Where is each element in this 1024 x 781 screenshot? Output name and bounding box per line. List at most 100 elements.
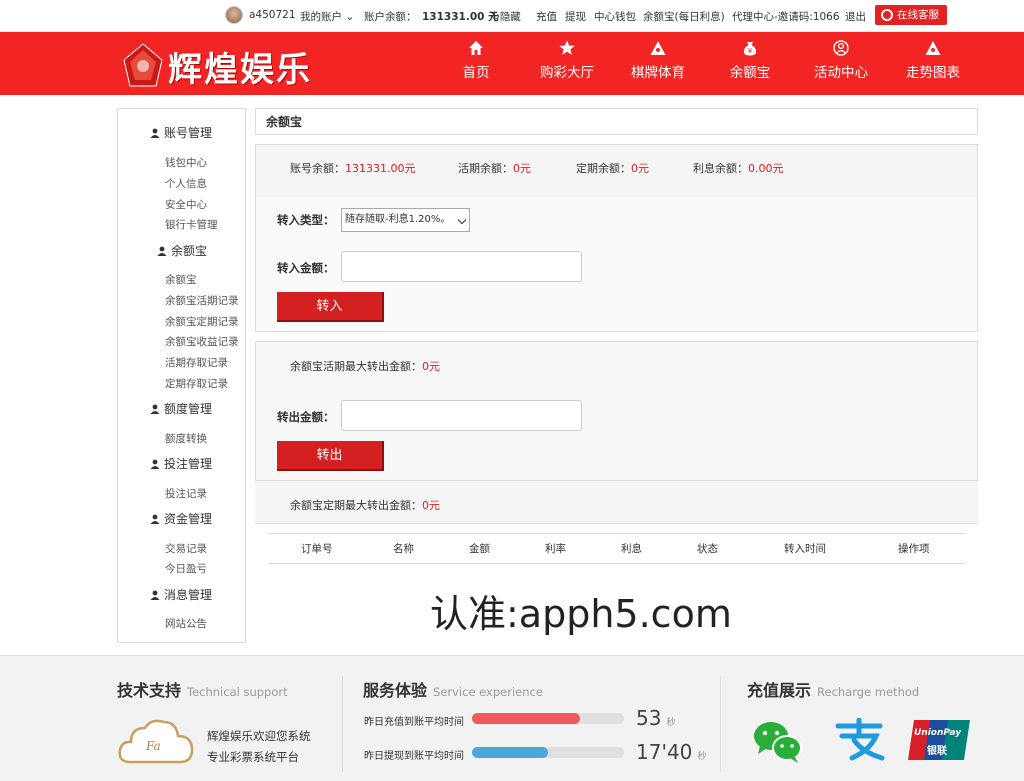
alipay-icon <box>835 718 885 761</box>
sidebar-item-bet-records[interactable]: 投注记录 <box>165 486 207 501</box>
chevron-down-icon <box>457 215 467 225</box>
withdraw-time-label: 昨日提现到账平均时间 <box>364 751 464 762</box>
sidebar: 账号管理 钱包中心 个人信息 安全中心 银行卡管理 余额宝 余额宝 余额宝活期记… <box>117 108 246 643</box>
yuebao-promo-link[interactable]: 余额宝(每日利息) <box>643 9 725 24</box>
fixed-max-out: 余额宝定期最大转出金额：0元 <box>290 497 440 513</box>
transfer-out-button[interactable]: 转出 <box>277 441 384 471</box>
hide-balance-link[interactable]: ↻隐藏 <box>491 9 521 24</box>
nav-label: 购彩大厅 <box>540 65 594 81</box>
sidebar-item-yuebao-fixed-records[interactable]: 余额宝定期记录 <box>165 314 239 329</box>
table-header-interest: 利息 <box>621 543 642 555</box>
sidebar-group-title: 投注管理 <box>164 457 213 471</box>
fixed-max-out-value: 0元 <box>422 499 440 512</box>
current-max-out-label: 余额宝活期最大转出金额： <box>290 360 422 373</box>
refresh-icon: ↻ <box>491 11 500 23</box>
sidebar-group-funds: 资金管理 <box>150 510 212 527</box>
footer-support-title-en: Technical support <box>187 685 288 699</box>
my-account-menu[interactable]: 我的账户 ⌄ <box>300 9 354 24</box>
footer-divider <box>720 676 721 772</box>
money-bag-icon: ¥ <box>743 42 757 56</box>
nav-label: 余额宝 <box>729 65 771 81</box>
transfer-in-type-selected: 随存随取-利息1.20%。 <box>345 214 451 225</box>
footer-support-title-cn: 技术支持 <box>117 681 182 700</box>
logo-icon[interactable] <box>118 42 168 88</box>
sidebar-item-quota-transfer[interactable]: 额度转换 <box>165 431 207 446</box>
current-max-out: 余额宝活期最大转出金额：0元 <box>290 358 440 374</box>
sidebar-item-security-center[interactable]: 安全中心 <box>165 197 207 212</box>
sidebar-item-yuebao[interactable]: 余额宝 <box>165 272 197 287</box>
table-header-status: 状态 <box>697 543 718 555</box>
sidebar-item-yuebao-earnings-records[interactable]: 余额宝收益记录 <box>165 334 239 349</box>
online-service-button[interactable]: 在线客服 <box>875 5 947 25</box>
nav-activity-center[interactable]: 活动中心 <box>799 40 883 81</box>
sidebar-group-quota: 额度管理 <box>150 400 212 417</box>
sidebar-item-site-announcements[interactable]: 网站公告 <box>165 616 207 631</box>
sidebar-group-messages: 消息管理 <box>150 586 212 603</box>
fixed-balance-label: 定期余额： <box>576 162 631 175</box>
sidebar-group-title: 资金管理 <box>164 512 213 526</box>
page-title: 余额宝 <box>255 108 978 135</box>
username: a450721 <box>249 9 296 21</box>
chevron-down-icon: ⌄ <box>345 11 355 23</box>
deposit-link[interactable]: 充值 <box>536 9 557 24</box>
table-header-amount: 金额 <box>469 543 490 555</box>
sidebar-item-personal-info[interactable]: 个人信息 <box>165 176 207 191</box>
avatar[interactable] <box>225 6 243 24</box>
sidebar-item-wallet-center[interactable]: 钱包中心 <box>165 155 207 170</box>
deposit-time-unit: 秒 <box>666 718 676 728</box>
nav-label: 活动中心 <box>814 65 868 81</box>
footer-recharge-title: 充值展示 Recharge method <box>747 677 919 701</box>
nav-lottery-hall[interactable]: 购彩大厅 <box>525 40 609 81</box>
nav-label: 走势图表 <box>906 65 960 81</box>
agent-center-link[interactable]: 代理中心-邀请码:1066 <box>732 9 840 24</box>
footer-recharge-title-en: Recharge method <box>817 685 920 699</box>
nav-home[interactable]: 首页 <box>434 40 518 81</box>
table-header-rate: 利率 <box>545 543 566 555</box>
wechat-pay-icon <box>754 722 802 763</box>
nav-label: 首页 <box>462 65 490 81</box>
withdraw-link[interactable]: 提现 <box>565 9 586 24</box>
sidebar-item-transaction-records[interactable]: 交易记录 <box>165 541 207 556</box>
withdraw-time-unit: 秒 <box>697 752 707 762</box>
transfer-out-amount-label: 转出金额： <box>277 410 335 424</box>
sidebar-item-today-profit-loss[interactable]: 今日盈亏 <box>165 561 207 576</box>
sidebar-group-title: 账号管理 <box>164 126 213 140</box>
transfer-in-amount-input[interactable] <box>341 251 582 282</box>
nav-trend-chart[interactable]: 走势图表 <box>891 40 975 81</box>
current-balance-stat: 活期余额：0元 <box>458 160 531 176</box>
nav-chess-sports[interactable]: 棋牌体育 <box>616 40 700 81</box>
current-max-out-value: 0元 <box>422 360 440 373</box>
sidebar-item-current-access-records[interactable]: 活期存取记录 <box>165 355 228 370</box>
person-icon <box>150 590 160 600</box>
top-bar: a450721 我的账户 ⌄ 账户余额： 131331.00 元 ↻隐藏 充值 … <box>0 0 1024 32</box>
account-balance-value: 131331.00元 <box>345 162 416 175</box>
wallet-link[interactable]: 中心钱包 <box>594 9 636 24</box>
main-header: 辉煌娱乐 首页 购彩大厅 棋牌体育 ¥ 余额宝 活动中心 走势图表 <box>0 32 1024 95</box>
table-header-order-no: 订单号 <box>301 543 333 555</box>
watermark-text: 认准:apph5.com <box>430 592 732 636</box>
deposit-time-label: 昨日充值到账平均时间 <box>364 717 464 728</box>
nav-label: 棋牌体育 <box>631 65 685 81</box>
logo-text[interactable]: 辉煌娱乐 <box>168 42 312 91</box>
sidebar-item-fixed-access-records[interactable]: 定期存取记录 <box>165 376 228 391</box>
footer-divider <box>342 676 343 772</box>
nav-yuebao[interactable]: ¥ 余额宝 <box>708 40 792 81</box>
current-balance-label: 活期余额： <box>458 162 513 175</box>
interest-balance-stat: 利息余额：0.00元 <box>693 160 784 176</box>
logout-link[interactable]: 退出 <box>845 9 866 24</box>
transfer-in-type-select[interactable]: 随存随取-利息1.20%。 <box>341 208 470 232</box>
sidebar-group-title: 消息管理 <box>164 588 213 602</box>
cloud-logo-letters: Fa <box>146 739 161 753</box>
deposit-time-value-group: 53 秒 <box>636 706 675 730</box>
table-header-transfer-time: 转入时间 <box>784 543 826 555</box>
transfer-out-amount-input[interactable] <box>341 400 582 431</box>
account-balance-stat: 账号余额：131331.00元 <box>290 160 416 176</box>
person-icon <box>150 128 160 138</box>
footer-support-line1: 辉煌娱乐欢迎您系统 <box>207 729 311 743</box>
table-header-name: 名称 <box>393 543 414 555</box>
footer-service-title-cn: 服务体验 <box>363 681 428 700</box>
transfer-in-button[interactable]: 转入 <box>277 292 384 322</box>
sidebar-item-bank-card[interactable]: 银行卡管理 <box>165 217 218 232</box>
sidebar-item-yuebao-current-records[interactable]: 余额宝活期记录 <box>165 293 239 308</box>
balance-label: 账户余额： <box>364 11 417 23</box>
